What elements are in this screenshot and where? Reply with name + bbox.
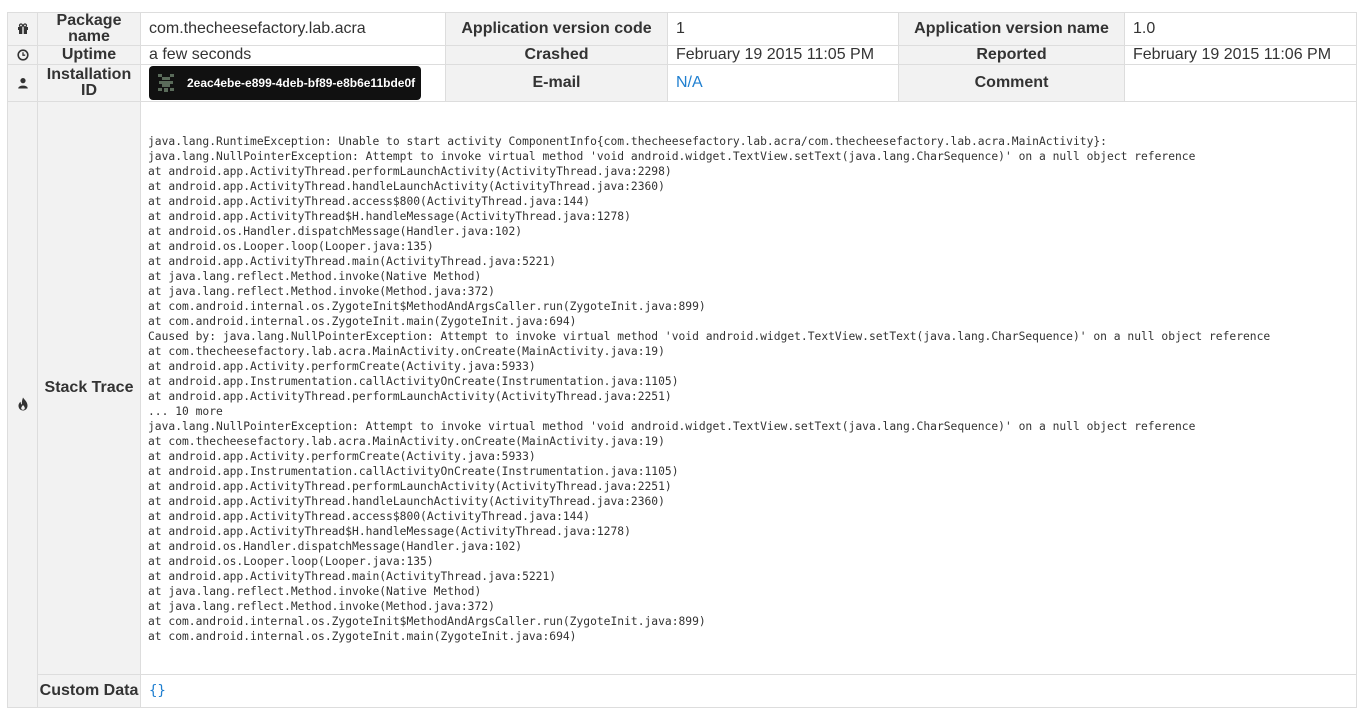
comment-label: Comment	[898, 64, 1125, 102]
package-name-label: Package name	[37, 12, 141, 46]
crash-report-table: Package name com.thecheesefactory.lab.ac…	[7, 12, 1357, 708]
crashed-value: February 19 2015 11:05 PM	[667, 45, 899, 65]
stack-trace-line: at com.android.internal.os.ZygoteInit$Me…	[148, 300, 706, 313]
custom-data-label: Custom Data	[37, 674, 141, 708]
stack-trace-line: at android.app.ActivityThread.handleLaun…	[148, 495, 665, 508]
stack-trace-line: at android.os.Looper.loop(Looper.java:13…	[148, 555, 434, 568]
row-package: Package name com.thecheesefactory.lab.ac…	[7, 12, 1357, 46]
stack-trace-line: at android.app.ActivityThread.performLau…	[148, 165, 672, 178]
stack-trace-line: at java.lang.reflect.Method.invoke(Nativ…	[148, 270, 482, 283]
stack-trace-line: at android.app.ActivityThread.access$800…	[148, 195, 591, 208]
row-installation: Installation ID 2eac4ebe-e899-4deb-bf89-…	[7, 64, 1357, 102]
stack-trace-line: at android.app.ActivityThread.handleLaun…	[148, 180, 665, 193]
installation-id-badge[interactable]: 2eac4ebe-e899-4deb-bf89-e8b6e11bde0f	[149, 66, 422, 100]
stack-trace-line: at android.app.Instrumentation.callActiv…	[148, 375, 679, 388]
app-version-code-label: Application version code	[445, 12, 668, 46]
row-custom-data: Custom Data {}	[8, 674, 1357, 708]
uptime-label: Uptime	[37, 45, 141, 65]
stack-trace-line: at android.app.ActivityThread$H.handleMe…	[148, 210, 631, 223]
email-value-link[interactable]: N/A	[667, 64, 899, 102]
stack-trace-line: at android.app.Activity.performCreate(Ac…	[148, 360, 536, 373]
reported-label: Reported	[898, 45, 1125, 65]
clock-icon	[16, 49, 29, 61]
stack-trace-line: at java.lang.reflect.Method.invoke(Metho…	[148, 285, 495, 298]
stack-trace-label: Stack Trace	[37, 101, 141, 675]
stack-trace-line: at com.thecheesefactory.lab.acra.MainAct…	[148, 435, 665, 448]
user-icon	[17, 77, 28, 89]
stack-trace-line: at android.os.Handler.dispatchMessage(Ha…	[148, 540, 523, 553]
uptime-icon-cell	[7, 45, 38, 65]
app-version-name-value: 1.0	[1124, 12, 1357, 46]
crashed-label: Crashed	[445, 45, 668, 65]
installation-id-label: Installation ID	[37, 64, 141, 102]
stack-trace-line: at java.lang.reflect.Method.invoke(Nativ…	[148, 585, 482, 598]
stack-trace-line: at com.android.internal.os.ZygoteInit.ma…	[148, 315, 577, 328]
stack-trace-line: at com.android.internal.os.ZygoteInit$Me…	[148, 615, 706, 628]
installation-icon-cell	[7, 64, 38, 102]
stack-trace-line: at android.app.Instrumentation.callActiv…	[148, 465, 679, 478]
reported-value: February 19 2015 11:06 PM	[1124, 45, 1357, 65]
comment-value	[1124, 64, 1357, 102]
stack-trace-line: java.lang.RuntimeException: Unable to st…	[148, 135, 1107, 148]
stack-trace-line: at android.os.Looper.loop(Looper.java:13…	[148, 240, 434, 253]
stack-trace-line: at android.app.ActivityThread.main(Activ…	[148, 570, 557, 583]
row-uptime: Uptime a few seconds Crashed February 19…	[7, 45, 1357, 65]
stack-trace-line: at com.android.internal.os.ZygoteInit.ma…	[148, 630, 577, 643]
stack-trace-text: java.lang.RuntimeException: Unable to st…	[140, 101, 1357, 675]
stack-trace-line: at android.app.ActivityThread.access$800…	[148, 510, 591, 523]
gift-icon	[17, 23, 28, 34]
row-stack-trace: Stack Trace java.lang.RuntimeException: …	[7, 101, 1357, 708]
stack-trace-line: at com.thecheesefactory.lab.acra.MainAct…	[148, 345, 665, 358]
uptime-value: a few seconds	[140, 45, 446, 65]
stack-trace-line: at android.app.Activity.performCreate(Ac…	[148, 450, 536, 463]
custom-data-value-link[interactable]: {}	[140, 674, 1357, 708]
stack-trace-icon-cell	[7, 101, 38, 708]
email-label: E-mail	[445, 64, 668, 102]
installation-id-cell: 2eac4ebe-e899-4deb-bf89-e8b6e11bde0f	[140, 64, 446, 102]
package-name-value: com.thecheesefactory.lab.acra	[140, 12, 446, 46]
stack-trace-line: java.lang.NullPointerException: Attempt …	[148, 420, 1196, 433]
stack-trace-line: ... 10 more	[148, 405, 223, 418]
app-version-code-value: 1	[667, 12, 899, 46]
identicon-avatar	[155, 72, 177, 94]
stack-trace-line: java.lang.NullPointerException: Attempt …	[148, 150, 1196, 163]
stack-trace-line: at java.lang.reflect.Method.invoke(Metho…	[148, 600, 495, 613]
package-icon-cell	[7, 12, 38, 46]
stack-trace-line: at android.os.Handler.dispatchMessage(Ha…	[148, 225, 523, 238]
fire-icon	[18, 397, 27, 411]
stack-trace-line: at android.app.ActivityThread.main(Activ…	[148, 255, 557, 268]
stack-trace-line: at android.app.ActivityThread.performLau…	[148, 480, 672, 493]
app-version-name-label: Application version name	[898, 12, 1125, 46]
installation-id-value: 2eac4ebe-e899-4deb-bf89-e8b6e11bde0f	[187, 76, 416, 90]
stack-trace-line: at android.app.ActivityThread.performLau…	[148, 390, 672, 403]
stack-trace-lines: java.lang.RuntimeException: Unable to st…	[148, 134, 1356, 644]
stack-trace-line: at android.app.ActivityThread$H.handleMe…	[148, 525, 631, 538]
stack-trace-line: Caused by: java.lang.NullPointerExceptio…	[148, 330, 1271, 343]
